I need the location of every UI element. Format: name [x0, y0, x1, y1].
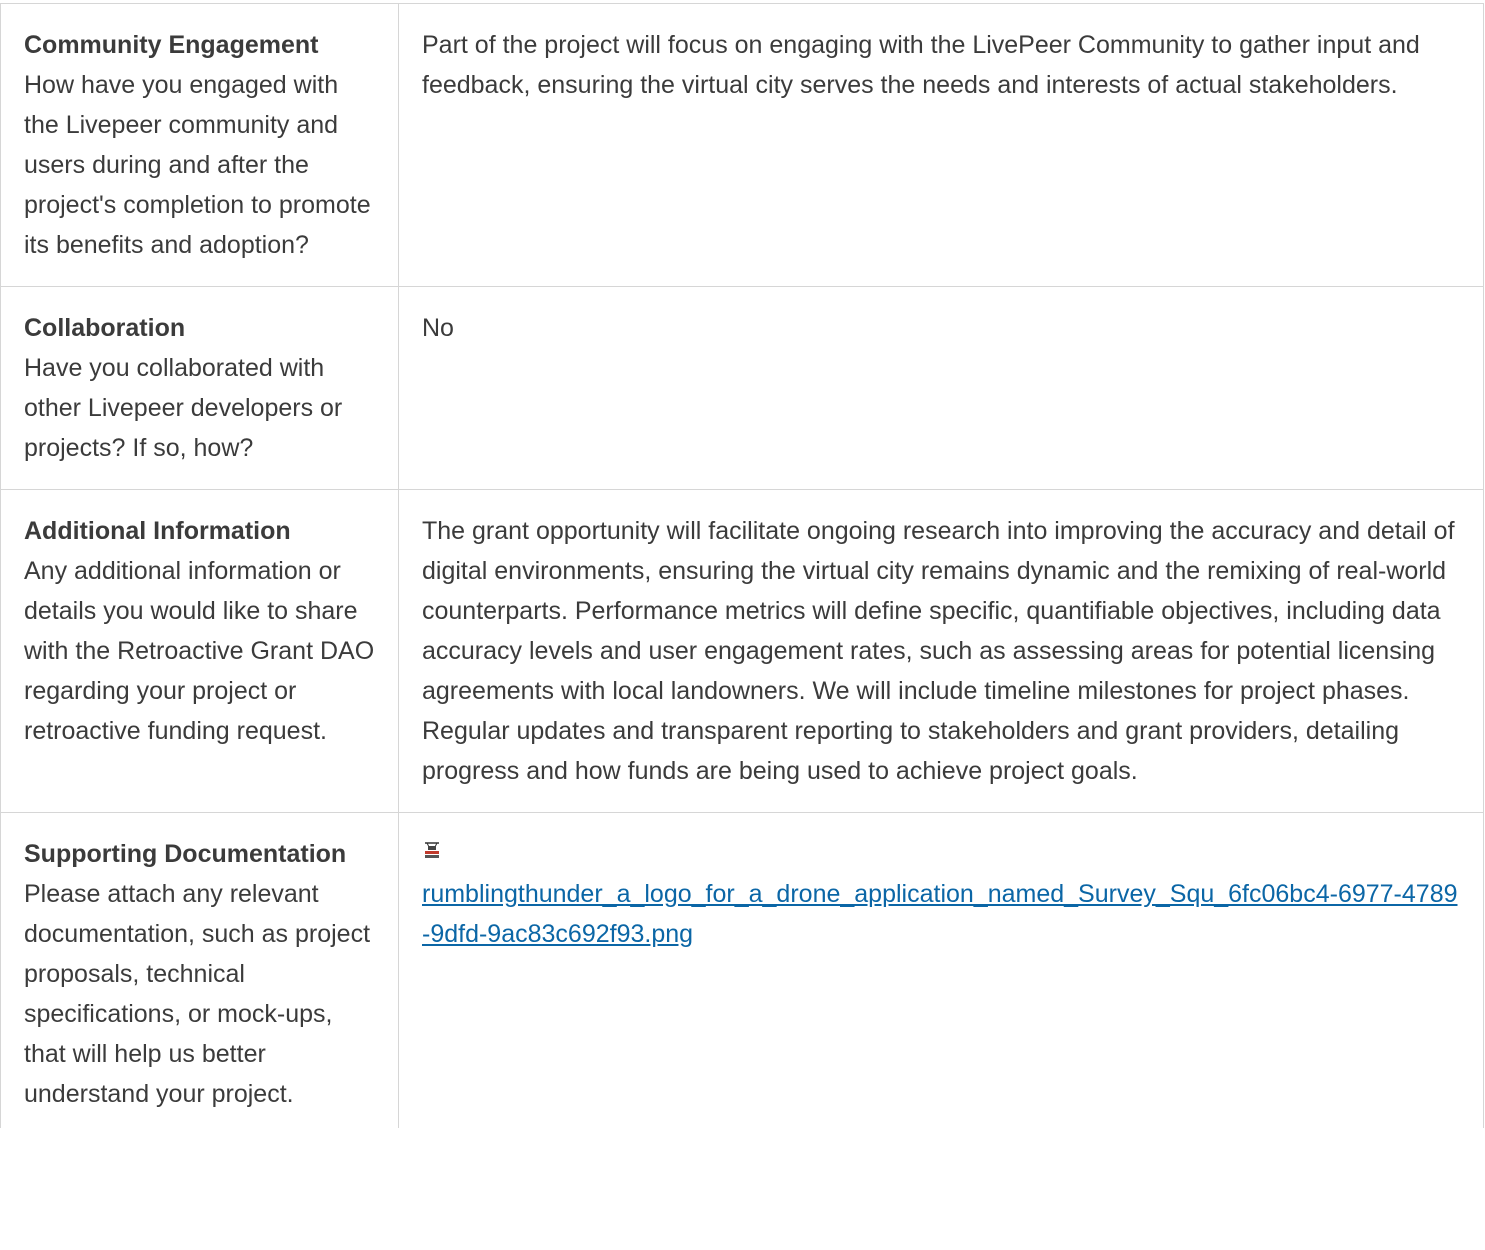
grant-form-table: Community Engagement How have you engage…	[0, 3, 1484, 1128]
answer-text: No	[422, 314, 454, 342]
answer-cell: rumblingthunder_a_logo_for_a_drone_appli…	[398, 812, 1484, 1128]
answer-text: The grant opportunity will facilitate on…	[422, 517, 1455, 785]
table-row-collaboration: Collaboration Have you collaborated with…	[0, 286, 1484, 490]
answer-text: Part of the project will focus on engagi…	[422, 31, 1420, 99]
answer-cell: Part of the project will focus on engagi…	[398, 3, 1484, 287]
question-description: How have you engaged with the Livepeer c…	[24, 71, 371, 259]
question-cell: Additional Information Any additional in…	[0, 489, 399, 813]
question-description: Please attach any relevant documentation…	[24, 880, 371, 1108]
answer-cell: No	[398, 286, 1484, 490]
question-description: Have you collaborated with other Livepee…	[24, 354, 343, 462]
question-cell: Supporting Documentation Please attach a…	[0, 812, 399, 1128]
attachment-file-link[interactable]: rumblingthunder_a_logo_for_a_drone_appli…	[422, 880, 1458, 948]
question-title: Additional Information	[24, 517, 291, 545]
question-title: Supporting Documentation	[24, 840, 347, 868]
table-row-additional-information: Additional Information Any additional in…	[0, 489, 1484, 813]
table-row-community-engagement: Community Engagement How have you engage…	[0, 3, 1484, 287]
drone-logo-thumbnail-icon[interactable]	[422, 840, 442, 860]
question-cell: Community Engagement How have you engage…	[0, 3, 399, 287]
table-row-supporting-documentation: Supporting Documentation Please attach a…	[0, 812, 1484, 1128]
answer-cell: The grant opportunity will facilitate on…	[398, 489, 1484, 813]
question-description: Any additional information or details yo…	[24, 557, 375, 745]
question-cell: Collaboration Have you collaborated with…	[0, 286, 399, 490]
question-title: Community Engagement	[24, 31, 319, 59]
question-title: Collaboration	[24, 314, 186, 342]
